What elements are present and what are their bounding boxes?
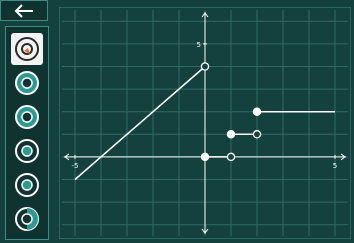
y-axis-max-label: 5 [197,41,201,49]
tool-open-closed-circle[interactable] [11,33,43,65]
open-closed-circle-icon [15,37,39,61]
x-axis-max-label: 5 [333,162,337,170]
tool-point-3[interactable] [11,135,43,167]
coordinate-graph[interactable]: -5 5 5 [59,7,351,239]
graph-panel[interactable]: -5 5 5 [59,7,351,239]
point-circle-icon [15,105,39,129]
tool-point-4[interactable] [11,169,43,201]
tool-point-1[interactable] [11,67,43,99]
open-endpoint [226,152,236,162]
open-endpoint [200,62,210,71]
point-circle-icon [15,139,39,163]
point-circle-icon [15,207,39,231]
point-circle-icon [15,173,39,197]
back-button[interactable] [0,0,48,21]
tool-sidebar [5,26,49,240]
arrow-left-icon [14,3,33,18]
x-axis-min-label: -5 [72,162,79,170]
open-endpoint [252,130,262,139]
tool-point-2[interactable] [11,101,43,133]
closed-endpoint [252,107,262,116]
tool-point-5[interactable] [11,203,43,235]
closed-endpoint [226,130,236,139]
closed-endpoint [200,152,210,162]
point-circle-icon [15,71,39,95]
